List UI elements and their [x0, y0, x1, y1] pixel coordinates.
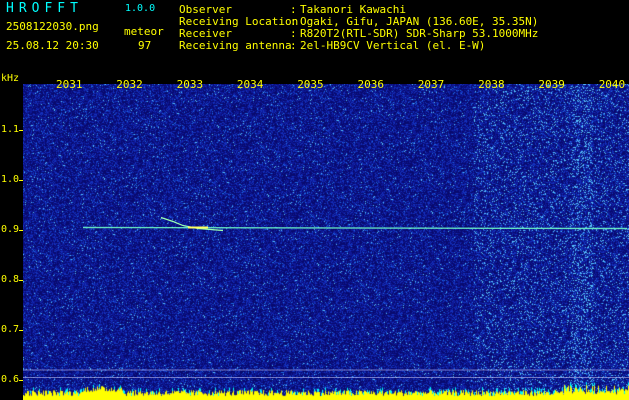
frequency-tick-label: 0.6 [1, 374, 20, 385]
frequency-tick-mark [19, 280, 23, 281]
time-tick-label: 2040 [598, 78, 626, 91]
time-tick-label: 2033 [176, 78, 204, 91]
info-value: 2el-HB9CV Vertical (el. E-W) [300, 39, 486, 52]
frequency-tick-label: 0.8 [1, 274, 20, 285]
frequency-unit-label: kHz [1, 73, 20, 84]
time-tick-label: 2035 [297, 78, 324, 91]
frequency-tick-label: 0.7 [1, 324, 20, 335]
info-separator: : [290, 39, 297, 52]
frequency-tick-mark [19, 130, 23, 131]
time-tick-label: 2037 [417, 78, 445, 91]
frequency-tick-mark [19, 330, 23, 331]
time-tick-label: 2031 [56, 78, 83, 91]
date-time: 25.08.12 20:30 [6, 39, 99, 52]
frequency-tick-mark [19, 180, 23, 181]
spectrogram-overlay [23, 216, 629, 378]
frequency-tick-label: 1.0 [1, 174, 20, 185]
carrier-signal-trace [82, 226, 628, 230]
guide-layer [23, 369, 629, 378]
frequency-tick-label: 0.9 [1, 224, 20, 235]
frequency-tick-mark [19, 230, 23, 231]
frequency-tick-mark [19, 380, 23, 381]
time-tick-label: 2034 [236, 78, 264, 91]
app-version: 1.0.0 [125, 3, 156, 14]
spectrogram-plot [23, 84, 629, 400]
hrofft-window: HROFFT 1.0.0 2508122030.png meteor 25.08… [0, 0, 629, 400]
info-label: Receiving antenna [179, 39, 292, 52]
time-tick-label: 2039 [538, 78, 565, 91]
time-tick-label: 2038 [478, 78, 505, 91]
frequency-tick-label: 1.1 [1, 124, 20, 135]
count-value: 97 [138, 39, 152, 52]
signal-layer [82, 216, 628, 232]
mode-label: meteor [124, 25, 164, 38]
app-title: HROFFT [6, 1, 83, 16]
time-tick-label: 2036 [357, 78, 385, 91]
meteor-echo-trace [160, 216, 224, 232]
file-name: 2508122030.png [6, 20, 99, 33]
time-tick-label: 2032 [116, 78, 143, 91]
